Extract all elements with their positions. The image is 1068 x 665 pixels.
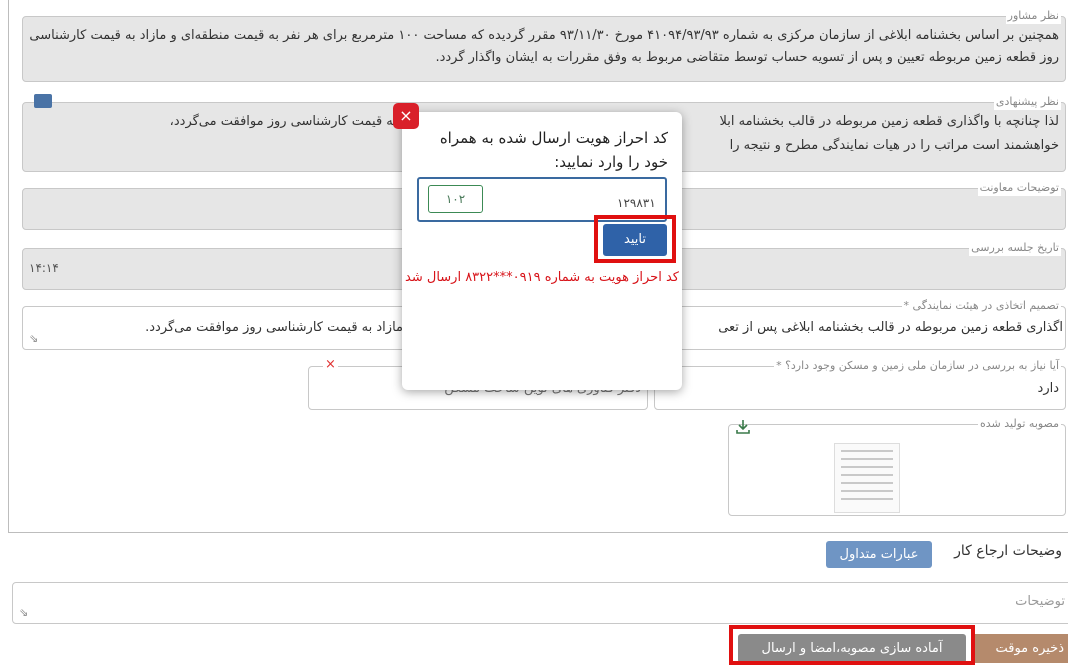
- national-land-field[interactable]: * آیا نیاز به بررسی در سازمان ملی زمین و…: [654, 358, 1066, 410]
- close-icon[interactable]: ×: [393, 103, 419, 129]
- temp-save-button[interactable]: ذخیره موقت: [974, 634, 1068, 663]
- captcha-image: ۱۰۲: [428, 185, 483, 213]
- common-phrases-button[interactable]: عبارات متداول: [826, 541, 932, 568]
- deputy-notes-legend: توضیحات معاونت: [977, 180, 1061, 196]
- highlight-box: [594, 215, 676, 263]
- generated-resolution-legend: مصوبه تولید شده: [977, 416, 1061, 432]
- notes-placeholder: توضیحات: [1015, 594, 1065, 609]
- auth-code-value: ۱۲۹۸۳۱: [617, 196, 656, 210]
- modal-title: کد احراز هویت ارسال شده به همراه خود را …: [439, 129, 668, 171]
- consultant-opinion-text: همچنین بر اساس بخشنامه ابلاغی از سازمان …: [29, 28, 1059, 65]
- decision-legend: * تصمیم اتخاذی در هیئت نمایندگی: [901, 298, 1061, 314]
- consultant-opinion-legend: نظر مشاور: [1005, 8, 1061, 24]
- proposal-opinion-legend: نظر پیشنهادی: [993, 94, 1061, 110]
- national-land-legend: * آیا نیاز به بررسی در سازمان ملی زمین و…: [774, 358, 1061, 374]
- decision-text-left: مازاد به قیمت کارشناسی روز موافقت می‌گرد…: [145, 320, 403, 335]
- remove-icon[interactable]: ×: [323, 357, 338, 372]
- sms-sent-message: کد احراز هویت به شماره ۰۹۱۹***۸۳۲۲ ارسال…: [405, 270, 679, 285]
- highlight-box: [729, 625, 975, 665]
- resize-handle-icon[interactable]: ⇘: [29, 332, 38, 345]
- download-icon[interactable]: [734, 418, 752, 436]
- consultant-opinion-field: نظر مشاور همچنین بر اساس بخشنامه ابلاغی …: [22, 8, 1066, 82]
- bookmark-icon[interactable]: [34, 94, 52, 108]
- notes-textarea[interactable]: توضیحات ⇘: [12, 582, 1068, 624]
- national-land-value: دارد: [1037, 381, 1059, 396]
- meeting-date-value: ۱۴:۱۴: [29, 261, 59, 275]
- meeting-date-legend: تاریخ جلسه بررسی: [969, 240, 1061, 256]
- referral-label: وضیحات ارجاع کار: [954, 543, 1062, 559]
- resolution-thumbnail[interactable]: [834, 443, 900, 513]
- resize-handle-icon[interactable]: ⇘: [19, 606, 28, 619]
